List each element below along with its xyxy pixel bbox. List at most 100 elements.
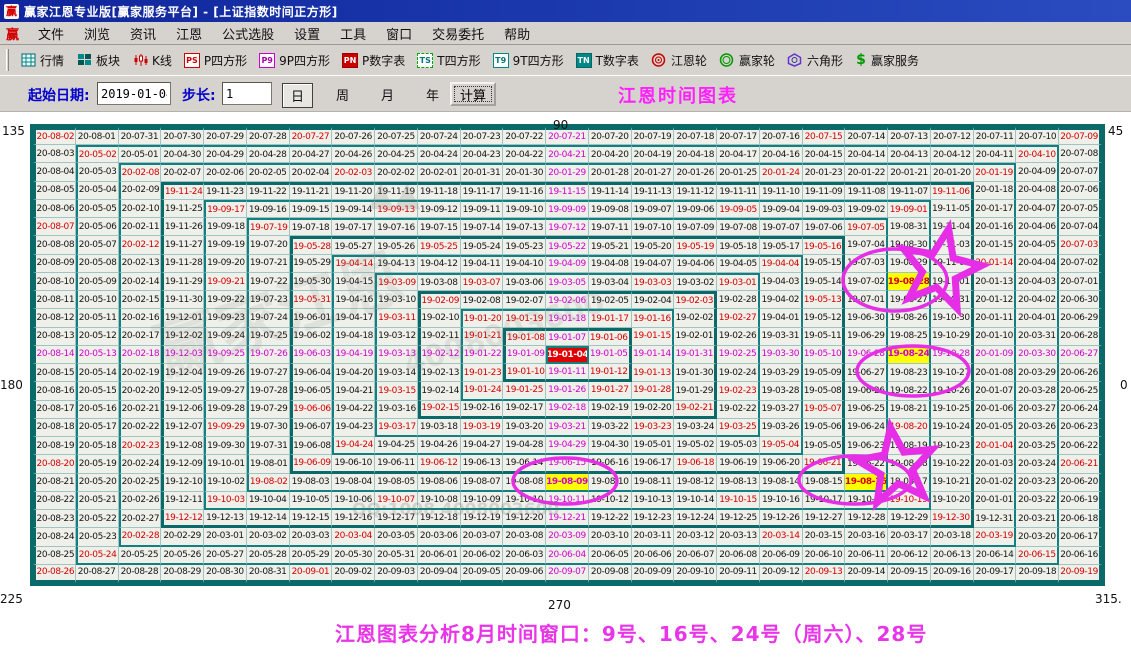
toolbar-button-六角形[interactable]: 六角形 — [781, 50, 849, 71]
grid-cell: 20-05-03 — [76, 163, 119, 181]
grid-cell: 20-08-27 — [76, 565, 119, 583]
toolbar-button-P四方形[interactable]: PSP四方形 — [178, 50, 253, 71]
grid-cell: 19-02-09 — [418, 291, 461, 309]
grid-cell: 19-11-17 — [461, 182, 504, 200]
toolbar-button-T数字表[interactable]: TNT数字表 — [570, 50, 645, 71]
calculate-button[interactable]: 计算 — [450, 82, 496, 106]
grid-cell: 20-09-17 — [974, 565, 1017, 583]
period-option-年[interactable]: 年 — [418, 83, 447, 106]
grid-cell: 19-06-18 — [674, 455, 717, 473]
grid-cell: 19-03-31 — [760, 328, 803, 346]
grid-cell: 19-02-26 — [717, 328, 760, 346]
toolbar-button-赢家服务[interactable]: $赢家服务 — [849, 50, 925, 71]
grid-cell: 20-08-25 — [33, 547, 76, 565]
toolbar-button-P数字表[interactable]: PNP数字表 — [336, 50, 411, 71]
menu-item-公式选股[interactable]: 公式选股 — [213, 22, 283, 45]
toolbar-button-T四方形[interactable]: TST四方形 — [411, 50, 486, 71]
grid-cell: 19-04-18 — [332, 328, 375, 346]
menu-item-资讯[interactable]: 资讯 — [121, 22, 165, 45]
start-date-input[interactable] — [97, 82, 171, 105]
menu-item-交易委托[interactable]: 交易委托 — [423, 22, 493, 45]
grid-cell: 19-08-15 — [803, 474, 846, 492]
grid-cell: 19-04-08 — [589, 255, 632, 273]
menu-item-江恩[interactable]: 江恩 — [167, 22, 211, 45]
grid-cell: 20-01-27 — [632, 163, 675, 181]
toolbar-button-K线[interactable]: K线 — [126, 50, 178, 71]
menu-item-浏览[interactable]: 浏览 — [75, 22, 119, 45]
menu-item-帮助[interactable]: 帮助 — [495, 22, 539, 45]
grid-cell: 19-05-04 — [760, 437, 803, 455]
grid-cell: 20-07-18 — [674, 127, 717, 145]
period-option-周[interactable]: 周 — [328, 83, 357, 106]
grid-cell: 20-08-14 — [33, 346, 76, 364]
grid-cell: 20-02-16 — [119, 309, 162, 327]
grid-cell: 19-08-31 — [888, 218, 931, 236]
grid-cell: 19-03-06 — [503, 273, 546, 291]
menu-item-文件[interactable]: 文件 — [29, 22, 73, 45]
toolbar-button-行情[interactable]: 行情 — [14, 50, 70, 71]
grid-cell: 19-03-26 — [760, 419, 803, 437]
toolbar-button-9P四方形[interactable]: P9 9P四方形 — [253, 50, 336, 71]
grid-cell: 19-03-27 — [760, 401, 803, 419]
nine-p-square-icon: P9 — [259, 53, 275, 68]
step-input[interactable] — [222, 82, 272, 105]
grid-cell: 19-08-29 — [888, 255, 931, 273]
grid-cell: 20-06-02 — [461, 547, 504, 565]
grid-cell: 19-12-19 — [461, 510, 504, 528]
grid-cell: 19-09-04 — [760, 200, 803, 218]
period-option-日[interactable]: 日 — [282, 83, 313, 108]
grid-cell: 19-08-24 — [888, 346, 931, 364]
grid-cell: 19-08-19 — [888, 437, 931, 455]
menu-item-设置[interactable]: 设置 — [285, 22, 329, 45]
p-square-icon: PS — [184, 53, 200, 68]
grid-cell: 19-11-21 — [290, 182, 333, 200]
grid-cell: 20-08-13 — [33, 328, 76, 346]
grid-cell: 20-03-18 — [931, 528, 974, 546]
grid-cell: 20-03-24 — [1016, 455, 1059, 473]
grid-cell: 20-07-07 — [1059, 163, 1102, 181]
grid-cell: 20-03-16 — [845, 528, 888, 546]
menu-item-窗口[interactable]: 窗口 — [377, 22, 421, 45]
grid-cell: 19-04-02 — [760, 291, 803, 309]
grid-cell: 19-08-03 — [290, 474, 333, 492]
grid-cell: 19-02-15 — [418, 401, 461, 419]
grid-cell: 19-05-31 — [290, 291, 333, 309]
grid-cell: 20-07-10 — [1016, 127, 1059, 145]
grid-cell: 19-11-22 — [247, 182, 290, 200]
grid-cell: 20-08-08 — [33, 236, 76, 254]
toolbar-button-赢家轮[interactable]: 赢家轮 — [713, 50, 781, 71]
grid-cell: 20-01-09 — [974, 346, 1017, 364]
grid-cell: 20-02-15 — [119, 291, 162, 309]
grid-cell: 19-05-02 — [674, 437, 717, 455]
grid-cell: 19-05-07 — [803, 401, 846, 419]
grid-cell: 20-07-19 — [632, 127, 675, 145]
grid-cell: 19-12-28 — [845, 510, 888, 528]
grid-cell: 19-05-06 — [803, 419, 846, 437]
grid-cell: 19-09-17 — [204, 200, 247, 218]
grid-cell: 19-02-06 — [546, 291, 589, 309]
grid-cell: 19-09-03 — [803, 200, 846, 218]
grid-cell: 20-07-02 — [1059, 255, 1102, 273]
toolbar-button-板块[interactable]: 板块 — [70, 50, 126, 71]
grid-cell: 19-12-08 — [161, 437, 204, 455]
grid-cell: 20-09-18 — [1016, 565, 1059, 583]
grid-cell: 20-09-03 — [375, 565, 418, 583]
toolbar-button-9T四方形[interactable]: T99T四方形 — [487, 50, 570, 71]
grid-cell: 19-04-23 — [332, 419, 375, 437]
grid-cell: 20-01-06 — [974, 401, 1017, 419]
grid-cell: 19-04-28 — [503, 437, 546, 455]
grid-cell: 20-02-20 — [119, 382, 162, 400]
grid-cell: 20-05-16 — [76, 401, 119, 419]
toolbar-label: 9P四方形 — [279, 52, 330, 69]
grid-cell: 20-03-15 — [803, 528, 846, 546]
grid-cell: 19-06-28 — [845, 346, 888, 364]
period-option-月[interactable]: 月 — [373, 83, 402, 106]
grid-cell: 19-07-13 — [503, 218, 546, 236]
grid-cell: 20-01-10 — [974, 328, 1017, 346]
grid-cell: 19-06-20 — [760, 455, 803, 473]
grid-cell: 20-05-17 — [76, 419, 119, 437]
grid-cell: 19-07-06 — [803, 218, 846, 236]
toolbar-button-江恩轮[interactable]: 江恩轮 — [645, 50, 713, 71]
grid-cell: 19-04-04 — [760, 255, 803, 273]
menu-item-工具[interactable]: 工具 — [331, 22, 375, 45]
